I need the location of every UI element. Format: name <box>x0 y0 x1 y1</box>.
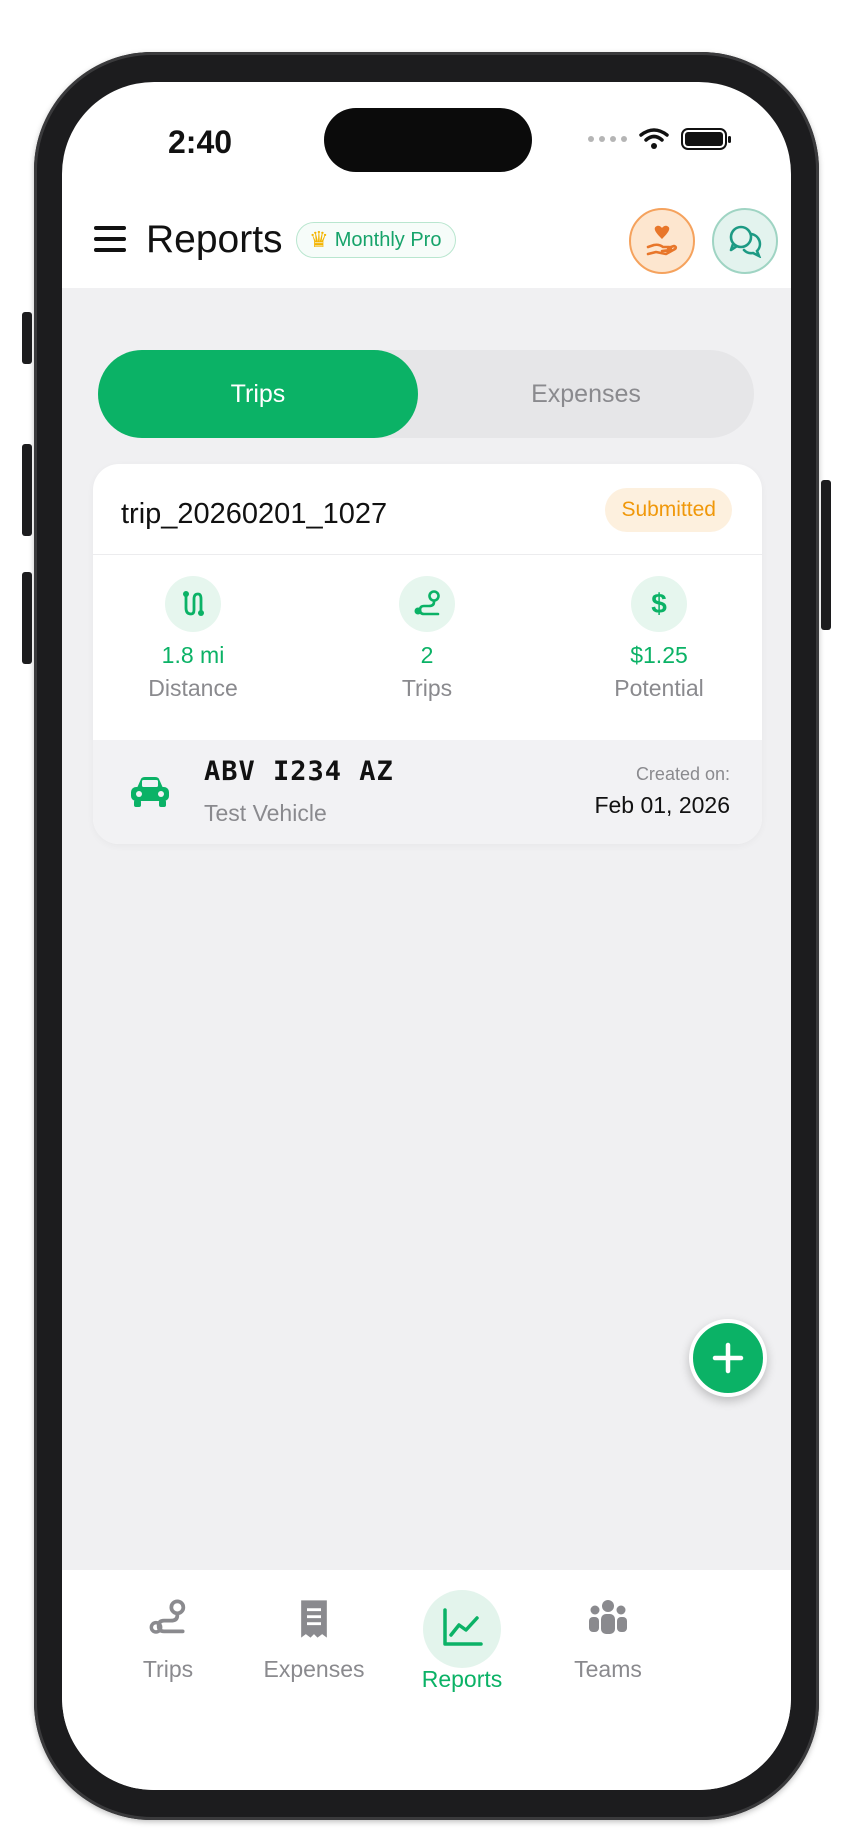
bottom-nav: Trips Expenses Reports Teams <box>62 1570 791 1790</box>
license-plate: ABV I234 AZ <box>204 756 394 787</box>
wifi-icon <box>639 128 669 149</box>
created-date: Feb 01, 2026 <box>594 792 730 818</box>
stat-value: 1.8 mi <box>161 642 225 668</box>
app-screen: 2:40 Reports ♛ Monthly Pro Trips Expense… <box>62 82 791 1790</box>
status-icons <box>588 128 731 150</box>
chart-line-icon <box>382 1608 542 1648</box>
signal-dots-icon <box>588 136 627 142</box>
plan-badge-label: Monthly Pro <box>334 228 442 251</box>
add-report-button[interactable] <box>689 1319 767 1397</box>
plus-icon <box>712 1342 744 1374</box>
heart-hand-icon <box>646 225 678 256</box>
status-badge: Submitted <box>605 488 732 532</box>
nav-label: Teams <box>574 1656 642 1682</box>
chat-button[interactable] <box>712 208 778 274</box>
team-icon <box>528 1598 688 1638</box>
nav-label: Reports <box>421 1666 503 1692</box>
dollar-icon: $ <box>631 576 687 632</box>
vehicle-row: ABV I234 AZ Test Vehicle Created on: Feb… <box>93 740 762 844</box>
plan-badge[interactable]: ♛ Monthly Pro <box>296 222 457 258</box>
action-button <box>22 312 32 364</box>
nav-label: Expenses <box>263 1656 365 1682</box>
volume-down-button <box>22 572 32 664</box>
stat-value: $1.25 <box>630 642 688 668</box>
chat-bubbles-icon <box>729 225 762 258</box>
receipt-icon <box>234 1598 394 1640</box>
tab-expenses[interactable]: Expenses <box>418 350 754 438</box>
card-divider <box>93 554 762 555</box>
crown-icon: ♛ <box>309 227 329 252</box>
stat-label: Distance <box>148 675 238 701</box>
volume-up-button <box>22 444 32 536</box>
report-type-toggle: Trips Expenses <box>98 350 754 438</box>
report-id: trip_20260201_1027 <box>121 498 388 530</box>
nav-label: Trips <box>142 1656 194 1682</box>
tab-trips[interactable]: Trips <box>98 350 418 438</box>
power-button <box>821 480 831 630</box>
route-icon <box>88 1598 248 1638</box>
route-icon <box>399 576 455 632</box>
stat-label: Potential <box>614 675 704 701</box>
status-time: 2:40 <box>168 124 233 160</box>
stat-distance: 1.8 mi Distance <box>93 576 293 702</box>
page-title: Reports <box>146 218 283 261</box>
menu-icon[interactable] <box>94 226 126 252</box>
car-icon <box>131 777 169 807</box>
dynamic-island <box>324 108 532 172</box>
distance-icon <box>165 576 221 632</box>
stat-trips: 2 Trips <box>327 576 527 702</box>
donate-button[interactable] <box>629 208 695 274</box>
report-card[interactable]: trip_20260201_1027 Submitted 1.8 mi Dist… <box>93 464 762 844</box>
vehicle-name: Test Vehicle <box>204 800 327 826</box>
stat-potential: $ $1.25 Potential <box>559 576 759 702</box>
stat-label: Trips <box>401 675 453 701</box>
created-label: Created on: <box>635 764 730 784</box>
stat-value: 2 <box>420 642 434 668</box>
battery-icon <box>681 128 731 150</box>
